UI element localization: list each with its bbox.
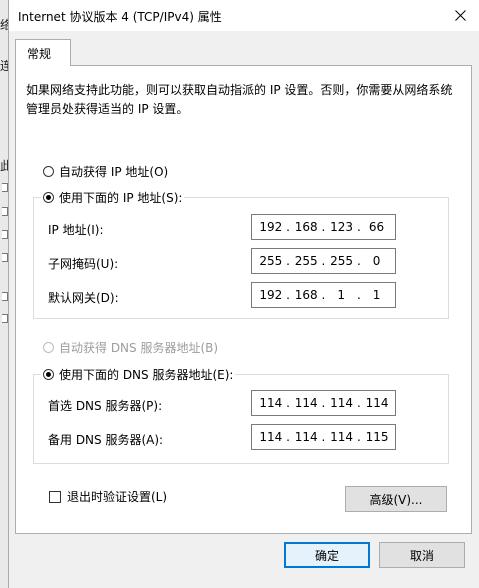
octet-separator: . xyxy=(356,254,361,268)
subnet-mask-label: 子网掩码(U): xyxy=(48,257,119,271)
alternate-dns-input[interactable]: 114. 114. 114. 115 xyxy=(251,424,396,450)
octet-separator: . xyxy=(286,396,290,410)
subnet-mask-input[interactable]: 255. 255. 255. 0 xyxy=(251,248,396,274)
ip-address-input[interactable]: 192. 168. 123. 66 xyxy=(251,214,396,240)
background-window-text: 此 xyxy=(0,159,8,173)
manual-dns-label: 使用下面的 DNS 服务器地址(E): xyxy=(59,368,234,382)
checkbox xyxy=(49,490,61,503)
cancel-button[interactable]: 取消 xyxy=(379,542,465,568)
octet-separator: . xyxy=(286,254,290,268)
octet: 0 xyxy=(372,254,381,268)
octet-separator: . xyxy=(356,396,361,410)
octet: 114 xyxy=(259,430,283,444)
octet: 114 xyxy=(294,430,318,444)
radio-button-selected xyxy=(43,369,54,380)
octet: 168 xyxy=(294,220,318,234)
default-gateway-input[interactable]: 192. 168. 1. 1 xyxy=(251,282,396,308)
tab-general[interactable]: 常规 xyxy=(15,39,71,66)
octet: 1 xyxy=(372,288,381,302)
manual-dns-radio[interactable]: 使用下面的 DNS 服务器地址(E): xyxy=(41,366,236,383)
octet: 114 xyxy=(330,396,354,410)
octet-separator: . xyxy=(356,220,361,234)
validate-on-exit-checkbox[interactable]: 退出时验证设置(L) xyxy=(49,488,167,505)
octet: 255 xyxy=(294,254,318,268)
close-icon xyxy=(455,10,466,21)
auto-ip-label: 自动获得 IP 地址(O) xyxy=(59,165,169,179)
background-window-text: 络 xyxy=(0,18,8,32)
ip-address-label: IP 地址(I): xyxy=(48,223,104,237)
octet: 123 xyxy=(330,220,354,234)
radio-button xyxy=(43,166,54,177)
octet-separator: . xyxy=(321,254,326,268)
octet: 168 xyxy=(294,288,318,302)
advanced-button[interactable]: 高级(V)... xyxy=(345,486,447,512)
octet-separator: . xyxy=(356,288,361,302)
preferred-dns-label: 首选 DNS 服务器(P): xyxy=(48,399,163,413)
octet-separator: . xyxy=(321,430,326,444)
default-gateway-label: 默认网关(D): xyxy=(48,291,119,305)
title-bar[interactable]: Internet 协议版本 4 (TCP/IPv4) 属性 xyxy=(9,0,479,31)
octet: 66 xyxy=(368,220,385,234)
description-text: 如果网络支持此功能，则可以获取自动指派的 IP 设置。否则，你需要从网络系统管理… xyxy=(26,83,453,116)
background-window-text: 连 xyxy=(0,59,8,73)
auto-ip-radio[interactable]: 自动获得 IP 地址(O) xyxy=(43,163,168,180)
octet-separator: . xyxy=(321,396,326,410)
validate-on-exit-label: 退出时验证设置(L) xyxy=(67,490,168,504)
octet-separator: . xyxy=(356,430,361,444)
octet: 114 xyxy=(365,396,389,410)
radio-button-selected xyxy=(43,192,54,203)
octet: 255 xyxy=(330,254,354,268)
ipv4-properties-dialog: Internet 协议版本 4 (TCP/IPv4) 属性 常规 如果网络支持此… xyxy=(8,0,479,588)
manual-dns-group xyxy=(33,374,449,464)
octet: 192 xyxy=(259,220,283,234)
octet-separator: . xyxy=(286,288,290,302)
octet: 114 xyxy=(259,396,283,410)
octet: 255 xyxy=(259,254,283,268)
octet-separator: . xyxy=(321,220,326,234)
radio-button-disabled xyxy=(43,342,54,353)
octet: 114 xyxy=(294,396,318,410)
octet-separator: . xyxy=(286,430,290,444)
auto-dns-label: 自动获得 DNS 服务器地址(B) xyxy=(59,341,219,355)
tab-general-label: 常规 xyxy=(27,47,52,61)
octet: 115 xyxy=(365,430,389,444)
octet: 114 xyxy=(330,430,354,444)
manual-ip-label: 使用下面的 IP 地址(S): xyxy=(59,191,183,205)
octet: 1 xyxy=(337,288,345,302)
window-title: Internet 协议版本 4 (TCP/IPv4) 属性 xyxy=(18,10,222,24)
octet-separator: . xyxy=(321,288,326,302)
octet: 192 xyxy=(259,288,283,302)
ok-button[interactable]: 确定 xyxy=(284,542,370,568)
preferred-dns-input[interactable]: 114. 114. 114. 114 xyxy=(251,390,396,416)
octet-separator: . xyxy=(286,220,290,234)
auto-dns-radio[interactable]: 自动获得 DNS 服务器地址(B) xyxy=(43,339,218,356)
manual-ip-radio[interactable]: 使用下面的 IP 地址(S): xyxy=(41,189,185,206)
close-button[interactable] xyxy=(441,0,479,31)
alternate-dns-label: 备用 DNS 服务器(A): xyxy=(48,433,164,447)
